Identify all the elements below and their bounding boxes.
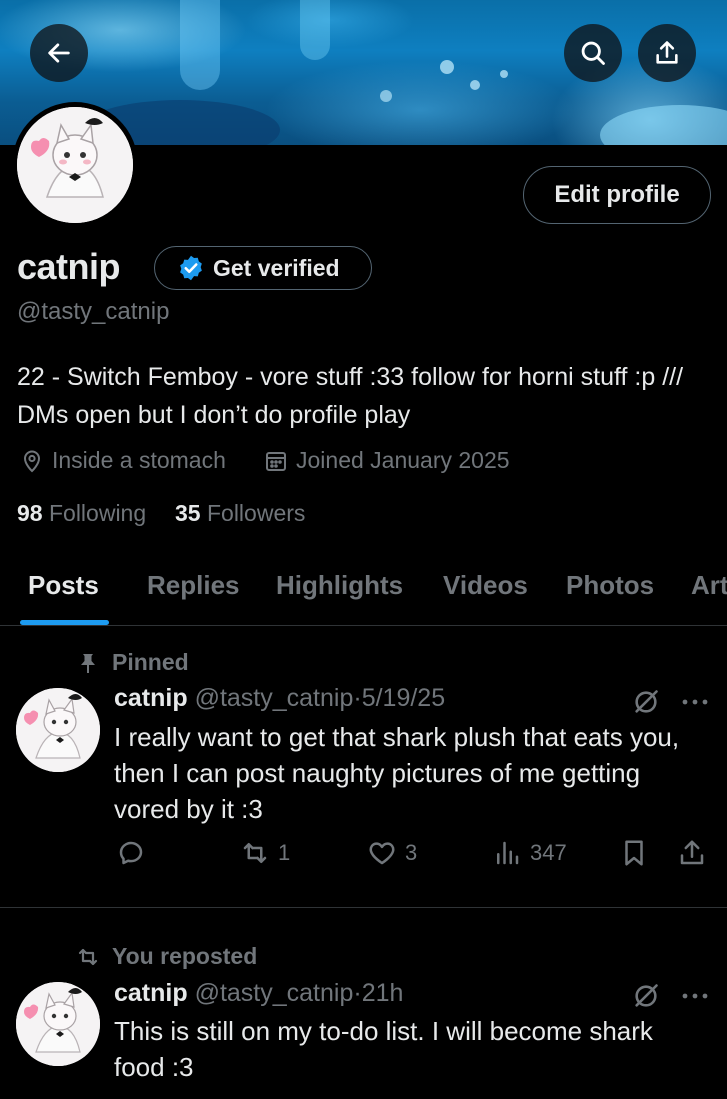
views-icon [497, 841, 519, 865]
profile-avatar[interactable] [12, 102, 138, 228]
back-button[interactable] [30, 24, 88, 82]
like-count: 3 [405, 840, 418, 865]
like-button[interactable]: 3 [367, 838, 417, 868]
profile-bio: 22 - Switch Femboy - vore stuff :33 foll… [17, 363, 684, 429]
get-verified-label: Get verified [213, 254, 340, 281]
repost-icon [243, 843, 267, 863]
post-avatar[interactable] [16, 688, 100, 772]
post-timestamp[interactable]: 21h [362, 979, 404, 1007]
post-text: I really want to get that shark plush th… [114, 722, 680, 824]
post-header: catnip @tasty_catnip·5/19/25 [114, 684, 445, 713]
views-button[interactable]: 347 [492, 838, 567, 868]
followers-count: 35 [175, 500, 201, 526]
post-separator-dot: · [353, 684, 362, 712]
tab-posts[interactable]: Posts [28, 570, 99, 601]
pin-icon [81, 653, 95, 673]
tab-art[interactable]: Art [691, 570, 727, 601]
cat-character-illustration [16, 688, 100, 772]
post-timestamp[interactable]: 5/19/25 [362, 684, 445, 712]
following-label: Following [48, 500, 147, 526]
post-author-name[interactable]: catnip [114, 979, 188, 1007]
verified-badge-icon [180, 255, 202, 281]
reposted-label: You reposted [112, 943, 258, 969]
pinned-indicator: Pinned [76, 649, 189, 676]
location-pin-icon [23, 450, 41, 472]
calendar-icon [266, 451, 286, 471]
profile-tabs: Posts Replies Highlights Videos Photos A… [0, 560, 727, 626]
get-verified-button[interactable]: Get verified [154, 246, 372, 290]
display-name: catnip [17, 246, 121, 287]
profile-location: Inside a stomach [20, 447, 226, 474]
following-count: 98 [17, 500, 43, 526]
post-header: catnip @tasty_catnip·21h [114, 979, 403, 1008]
share-button[interactable] [638, 24, 696, 82]
location-text: Inside a stomach [52, 447, 226, 473]
tab-photos[interactable]: Photos [566, 570, 654, 601]
followers-label: Followers [206, 500, 306, 526]
pinned-label: Pinned [112, 649, 189, 675]
profile-handle: @tasty_catnip [17, 298, 170, 325]
more-options-icon[interactable] [680, 688, 710, 716]
post-separator-dot: · [353, 979, 362, 1007]
repost-count: 1 [278, 840, 291, 865]
bookmark-icon [625, 840, 643, 866]
search-button[interactable] [564, 24, 622, 82]
joined-text: Joined January 2025 [296, 447, 510, 473]
profile-joined: Joined January 2025 [264, 447, 510, 474]
repost-icon [78, 948, 98, 965]
share-post-button[interactable] [677, 838, 707, 868]
post-avatar[interactable] [16, 982, 100, 1066]
grok-icon[interactable] [632, 982, 660, 1010]
grok-icon[interactable] [632, 688, 660, 716]
reposted-indicator: You reposted [76, 943, 257, 970]
active-tab-indicator [20, 620, 109, 625]
heart-icon [369, 842, 395, 865]
bookmark-button[interactable] [619, 838, 649, 868]
post-author-name[interactable]: catnip [114, 684, 188, 712]
cat-character-illustration [16, 982, 100, 1066]
tab-highlights[interactable]: Highlights [276, 570, 403, 601]
share-icon [656, 41, 678, 64]
post-actions: 1 3 347 [0, 838, 727, 878]
post-author-handle[interactable]: @tasty_catnip [195, 684, 354, 712]
cat-character-illustration [17, 107, 133, 223]
arrow-left-icon [48, 43, 70, 63]
post-text: This is still on my to-do list. I will b… [114, 1016, 653, 1082]
views-count: 347 [530, 840, 567, 865]
share-icon [680, 840, 704, 865]
tab-replies[interactable]: Replies [147, 570, 240, 601]
following-link[interactable]: 98 Following [17, 500, 146, 527]
reply-icon [119, 841, 143, 865]
post-divider [0, 907, 727, 908]
tab-videos[interactable]: Videos [443, 570, 528, 601]
repost-button[interactable]: 1 [240, 838, 290, 868]
search-icon [581, 41, 605, 65]
post-author-handle[interactable]: @tasty_catnip [195, 979, 354, 1007]
more-options-icon[interactable] [680, 982, 710, 1010]
followers-link[interactable]: 35 Followers [175, 500, 305, 527]
edit-profile-button[interactable]: Edit profile [523, 166, 711, 224]
reply-button[interactable] [116, 838, 146, 868]
